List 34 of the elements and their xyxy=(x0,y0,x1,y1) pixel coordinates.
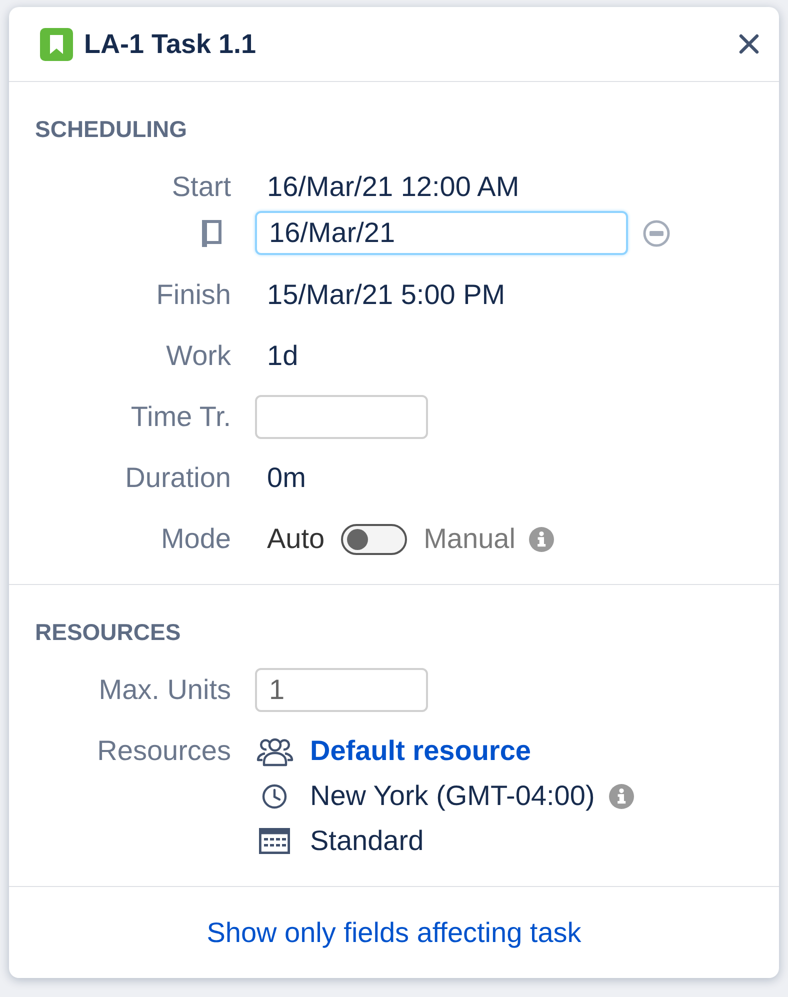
close-icon xyxy=(739,34,759,54)
timezone-text: New York (GMT-04:00) xyxy=(310,779,595,813)
calendar-text: Standard xyxy=(310,824,424,858)
start-constraint-icon xyxy=(202,220,222,246)
field-label: Time Tr. xyxy=(130,400,231,434)
input-field[interactable] xyxy=(255,395,428,439)
info-icon xyxy=(608,784,634,808)
mode-label: Auto xyxy=(267,522,325,556)
calendar-icon xyxy=(259,828,290,854)
field-value: 0m xyxy=(267,461,306,495)
field-label: Max. Units xyxy=(98,673,231,707)
section-heading: SCHEDULING xyxy=(35,114,188,144)
toggle-switch[interactable] xyxy=(340,524,407,554)
info-icon xyxy=(529,526,554,552)
footer-link[interactable]: Show only fields affecting task xyxy=(206,912,582,954)
task-type-icon xyxy=(40,28,73,60)
field-label: Finish xyxy=(156,278,231,312)
field-label: Resources xyxy=(97,734,231,768)
section-heading: RESOURCES xyxy=(35,618,181,647)
mode-label: Manual xyxy=(424,522,516,556)
input-field[interactable]: 16/Mar/21 xyxy=(255,211,628,255)
people-icon xyxy=(256,736,294,766)
clock-icon xyxy=(262,784,287,808)
field-label: Work xyxy=(166,339,231,373)
input-field[interactable]: 1 xyxy=(255,668,428,712)
minus-circle-icon xyxy=(643,220,670,246)
field-value: 16/Mar/21 12:00 AM xyxy=(267,170,520,204)
field-label: Mode xyxy=(160,522,231,556)
field-label: Start xyxy=(172,170,231,204)
resource-link[interactable]: Default resource xyxy=(310,730,531,772)
field-label: Duration xyxy=(125,461,231,495)
field-value: 1d xyxy=(267,339,298,373)
dialog-title: LA-1 Task 1.1 xyxy=(84,28,256,61)
field-value: 15/Mar/21 5:00 PM xyxy=(267,278,506,312)
